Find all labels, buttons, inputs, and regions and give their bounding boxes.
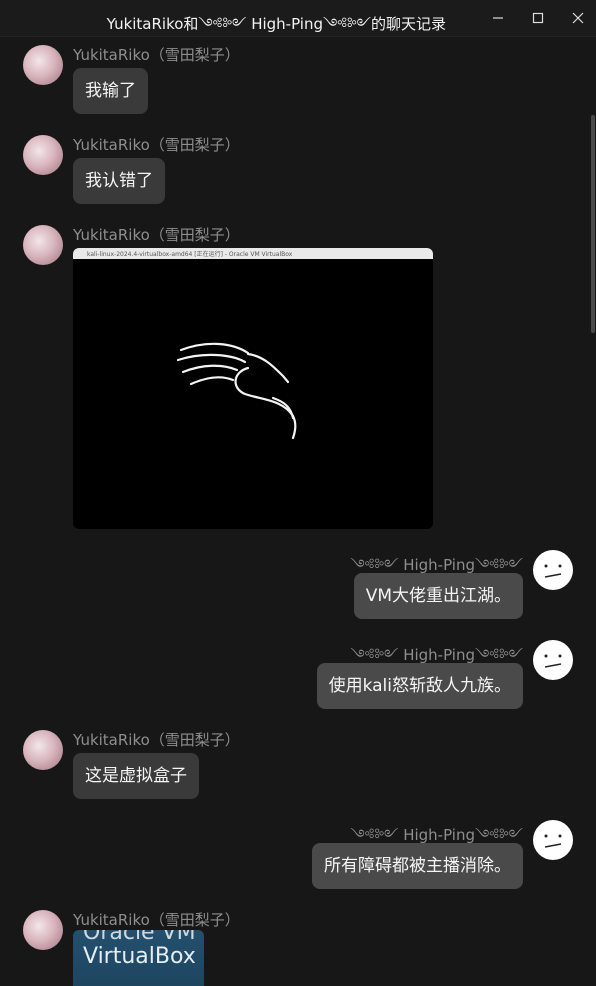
scrollbar-thumb[interactable] bbox=[591, 115, 595, 333]
avatar[interactable] bbox=[23, 45, 63, 85]
avatar[interactable] bbox=[533, 640, 573, 680]
maximize-icon bbox=[532, 12, 544, 24]
sender-name: YukitaRiko（雪田梨子） bbox=[73, 226, 240, 244]
sender-name: YukitaRiko（雪田梨子） bbox=[73, 136, 240, 154]
minimize-button[interactable] bbox=[478, 0, 518, 36]
close-icon bbox=[572, 12, 584, 24]
message-bubble[interactable]: 我输了 bbox=[73, 68, 148, 114]
thumbnail-text: Oracle VM bbox=[83, 930, 196, 945]
message-bubble[interactable]: 我认错了 bbox=[73, 158, 165, 204]
face-icon bbox=[544, 564, 562, 578]
avatar[interactable] bbox=[23, 225, 63, 265]
minimize-icon bbox=[493, 17, 503, 19]
sender-name: YukitaRiko（雪田梨子） bbox=[73, 46, 240, 64]
image-message[interactable]: kali-linux-2024.4-virtualbox-amd64 [正在运行… bbox=[73, 248, 433, 529]
avatar[interactable] bbox=[533, 820, 573, 860]
message-bubble[interactable]: 所有障碍都被主播消除。 bbox=[312, 843, 523, 889]
avatar[interactable] bbox=[23, 135, 63, 175]
sender-name: YukitaRiko（雪田梨子） bbox=[73, 911, 240, 929]
message-bubble[interactable]: 这是虚拟盒子 bbox=[73, 753, 199, 799]
avatar[interactable] bbox=[533, 550, 573, 590]
scrollbar[interactable] bbox=[590, 37, 596, 986]
title-bar: YukitaRiko和༺༻ High-Ping༺༻的聊天记录 bbox=[0, 0, 596, 37]
face-icon bbox=[544, 654, 562, 668]
maximize-button[interactable] bbox=[518, 0, 558, 36]
message-bubble[interactable]: 使用kali怒斩敌人九族。 bbox=[316, 663, 523, 709]
sender-name: YukitaRiko（雪田梨子） bbox=[73, 731, 240, 749]
thumbnail-text: VirtualBox bbox=[83, 944, 196, 969]
message-bubble[interactable]: VM大佬重出江湖。 bbox=[353, 573, 523, 619]
close-button[interactable] bbox=[558, 0, 596, 36]
avatar[interactable] bbox=[23, 910, 63, 950]
image-message[interactable]: Oracle VM VirtualBox bbox=[73, 930, 204, 986]
face-icon bbox=[544, 834, 562, 848]
avatar[interactable] bbox=[23, 730, 63, 770]
kali-dragon-icon bbox=[176, 342, 297, 440]
